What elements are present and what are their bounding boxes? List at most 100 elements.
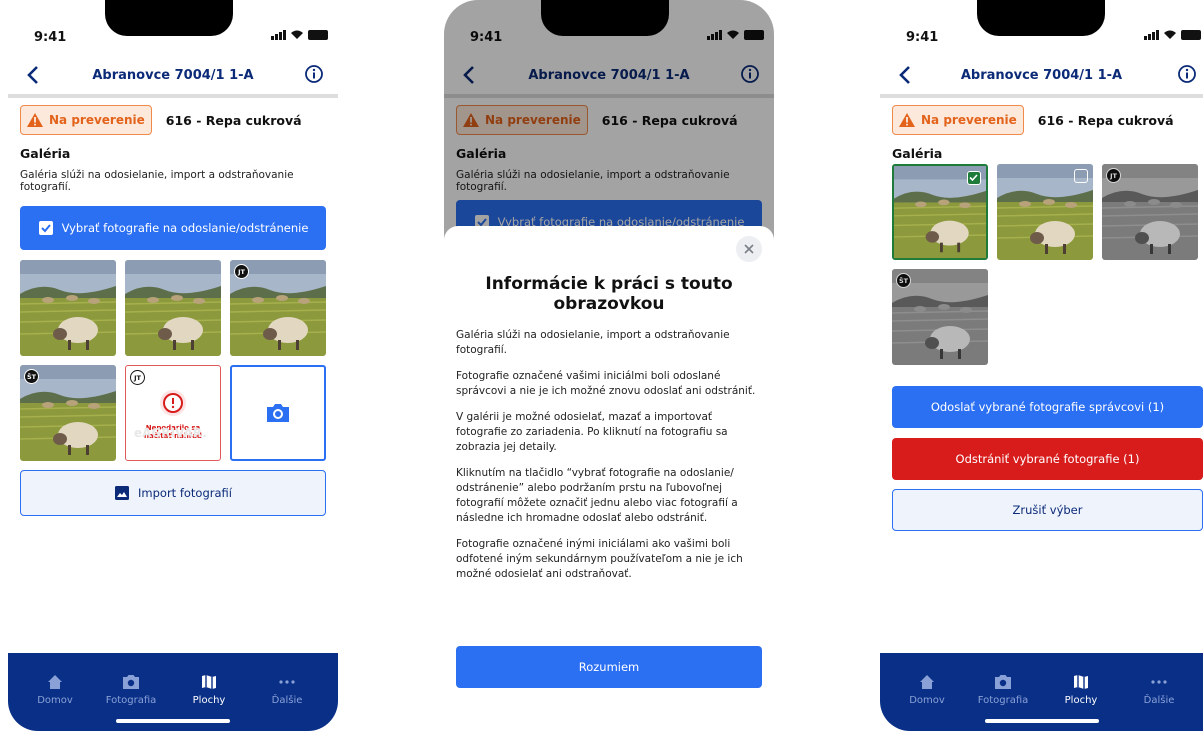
initials-badge: JT — [234, 264, 249, 279]
unchecked-checkbox-icon[interactable] — [1074, 169, 1088, 183]
camera-icon — [267, 404, 289, 422]
signal-icon — [271, 30, 286, 40]
phone-selection-screen: 9:41 Abranovce 7004/1 1-A Na preverenie … — [880, 0, 1203, 731]
delete-selected-button[interactable]: Odstrániť vybrané fotografie (1) — [892, 438, 1203, 480]
signal-icon — [1144, 30, 1159, 40]
tab-dalsie[interactable]: Ďalšie — [1124, 673, 1194, 706]
take-photo-tile[interactable] — [230, 365, 326, 461]
initials-badge: ŠT — [24, 369, 39, 384]
camera-icon — [123, 675, 139, 689]
gallery-photo-selected[interactable] — [892, 164, 988, 260]
gallery-photo-disabled: ŠT — [892, 269, 988, 365]
info-icon[interactable] — [1177, 64, 1197, 84]
map-icon — [202, 675, 216, 689]
tab-label: Plochy — [192, 695, 226, 706]
tab-fotografia[interactable]: Fotografia — [968, 673, 1038, 706]
gallery-photo[interactable] — [20, 260, 116, 356]
tab-label: Plochy — [1064, 695, 1098, 706]
map-icon — [1074, 675, 1088, 689]
initials-badge: JT — [130, 370, 145, 385]
select-photos-label: Vybrať fotografie na odoslanie/odstránen… — [61, 221, 309, 235]
initials-badge: ŠT — [896, 273, 911, 288]
understand-button[interactable]: Rozumiem — [456, 646, 762, 688]
tab-domov[interactable]: Domov — [20, 673, 90, 706]
wifi-icon — [291, 30, 303, 39]
tab-label: Fotografia — [977, 695, 1029, 706]
status-badge: Na preverenie — [892, 105, 1024, 135]
home-indicator — [984, 719, 1099, 723]
checkbox-icon — [38, 221, 53, 235]
gallery-title: Galéria — [20, 146, 71, 161]
status-badge: Na preverenie — [20, 105, 152, 135]
sheep-photo — [20, 260, 116, 356]
gallery-photo[interactable] — [125, 260, 221, 356]
sheet-paragraph: Fotografie označené inými iniciálami ako… — [456, 538, 743, 580]
checked-checkbox-icon[interactable] — [967, 171, 981, 185]
gallery-photo[interactable] — [997, 164, 1093, 260]
sheet-body: Galéria slúži na odosielanie, import a o… — [456, 328, 758, 593]
battery-icon — [308, 30, 328, 40]
warning-icon — [899, 113, 915, 127]
initials-badge: JT — [1106, 168, 1121, 183]
sheet-paragraph: Galéria slúži na odosielanie, import a o… — [456, 329, 730, 356]
import-photos-label: Import fotografií — [138, 486, 232, 500]
sheet-paragraph: Fotografie označené vašimi iniciálmi bol… — [456, 370, 756, 397]
more-icon — [279, 680, 295, 684]
status-bar: 9:41 — [8, 0, 338, 56]
delete-selected-label: Odstrániť vybrané fotografie (1) — [955, 452, 1140, 466]
sheet-paragraph: V galérii je možné odosielať, mazať a im… — [456, 411, 728, 453]
import-photos-button[interactable]: Import fotografií — [20, 470, 326, 516]
tab-label: Ďalšie — [271, 695, 303, 706]
gallery-photo[interactable]: ŠT — [20, 365, 116, 461]
info-bottom-sheet: Informácie k práci s touto obrazovkou Ga… — [444, 226, 774, 731]
tab-label: Ďalšie — [1143, 695, 1175, 706]
tab-plochy[interactable]: Plochy — [174, 673, 244, 706]
cancel-selection-button[interactable]: Zrušiť výber — [892, 489, 1203, 531]
understand-label: Rozumiem — [578, 660, 640, 674]
notch — [105, 0, 233, 36]
status-time: 9:41 — [34, 30, 67, 45]
send-selected-button[interactable]: Odoslať vybrané fotografie správcovi (1) — [892, 386, 1203, 428]
sheet-title: Informácie k práci s touto obrazovkou — [485, 274, 733, 314]
tab-label: Fotografia — [105, 695, 157, 706]
notch — [977, 0, 1105, 36]
gallery-description: Galéria slúži na odosielanie, import a o… — [20, 169, 294, 193]
close-button[interactable] — [736, 236, 762, 262]
send-selected-label: Odoslať vybrané fotografie správcovi (1) — [930, 400, 1165, 414]
gallery-photo[interactable]: JT — [230, 260, 326, 356]
error-icon — [160, 390, 186, 416]
nav-title: Abranovce 7004/1 1-A — [92, 68, 254, 83]
camera-icon — [995, 675, 1011, 689]
status-badge-label: Na preverenie — [921, 113, 1017, 127]
tab-bar: Domov Fotografia Plochy Ďalšie — [8, 653, 338, 731]
nav-bar: Abranovce 7004/1 1-A — [8, 58, 338, 98]
tab-domov[interactable]: Domov — [892, 673, 962, 706]
phone-gallery-screen: 9:41 Abranovce 7004/1 1-A Na preverenie … — [8, 0, 338, 731]
sheet-paragraph: Kliknutím na tlačidlo “vybrať fotografie… — [456, 467, 738, 524]
tab-bar: Domov Fotografia Plochy Ďalšie — [880, 653, 1203, 731]
battery-icon — [1181, 30, 1201, 40]
wifi-icon — [1164, 30, 1176, 39]
close-icon — [744, 244, 754, 254]
home-indicator — [116, 719, 230, 723]
more-icon — [1151, 680, 1167, 684]
tab-plochy[interactable]: Plochy — [1046, 673, 1116, 706]
tab-dalsie[interactable]: Ďalšie — [252, 673, 322, 706]
watermark-text: eAGRIVAR. — [134, 426, 207, 440]
info-icon[interactable] — [304, 64, 324, 84]
nav-bar: Abranovce 7004/1 1-A — [880, 58, 1203, 98]
crop-title: 616 - Repa cukrová — [165, 112, 302, 128]
gallery-photo-disabled: JT — [1102, 164, 1198, 260]
tab-fotografia[interactable]: Fotografia — [96, 673, 166, 706]
select-photos-button[interactable]: Vybrať fotografie na odoslanie/odstránen… — [20, 206, 326, 250]
status-bar: 9:41 — [880, 0, 1203, 56]
warning-icon — [27, 113, 43, 127]
phone-info-modal-screen: 9:41 Abranovce 7004/1 1-A Na preverenie … — [444, 0, 774, 731]
gallery-photo-error[interactable]: JT Nepodarilo sa načítať náhľad eAGRIVAR… — [125, 365, 221, 461]
crop-title: 616 - Repa cukrová — [1037, 112, 1174, 128]
image-icon — [115, 486, 130, 500]
tab-label: Domov — [909, 695, 945, 706]
home-icon — [920, 675, 934, 689]
gallery-title: Galéria — [892, 146, 943, 161]
cancel-selection-label: Zrušiť výber — [1012, 503, 1083, 517]
